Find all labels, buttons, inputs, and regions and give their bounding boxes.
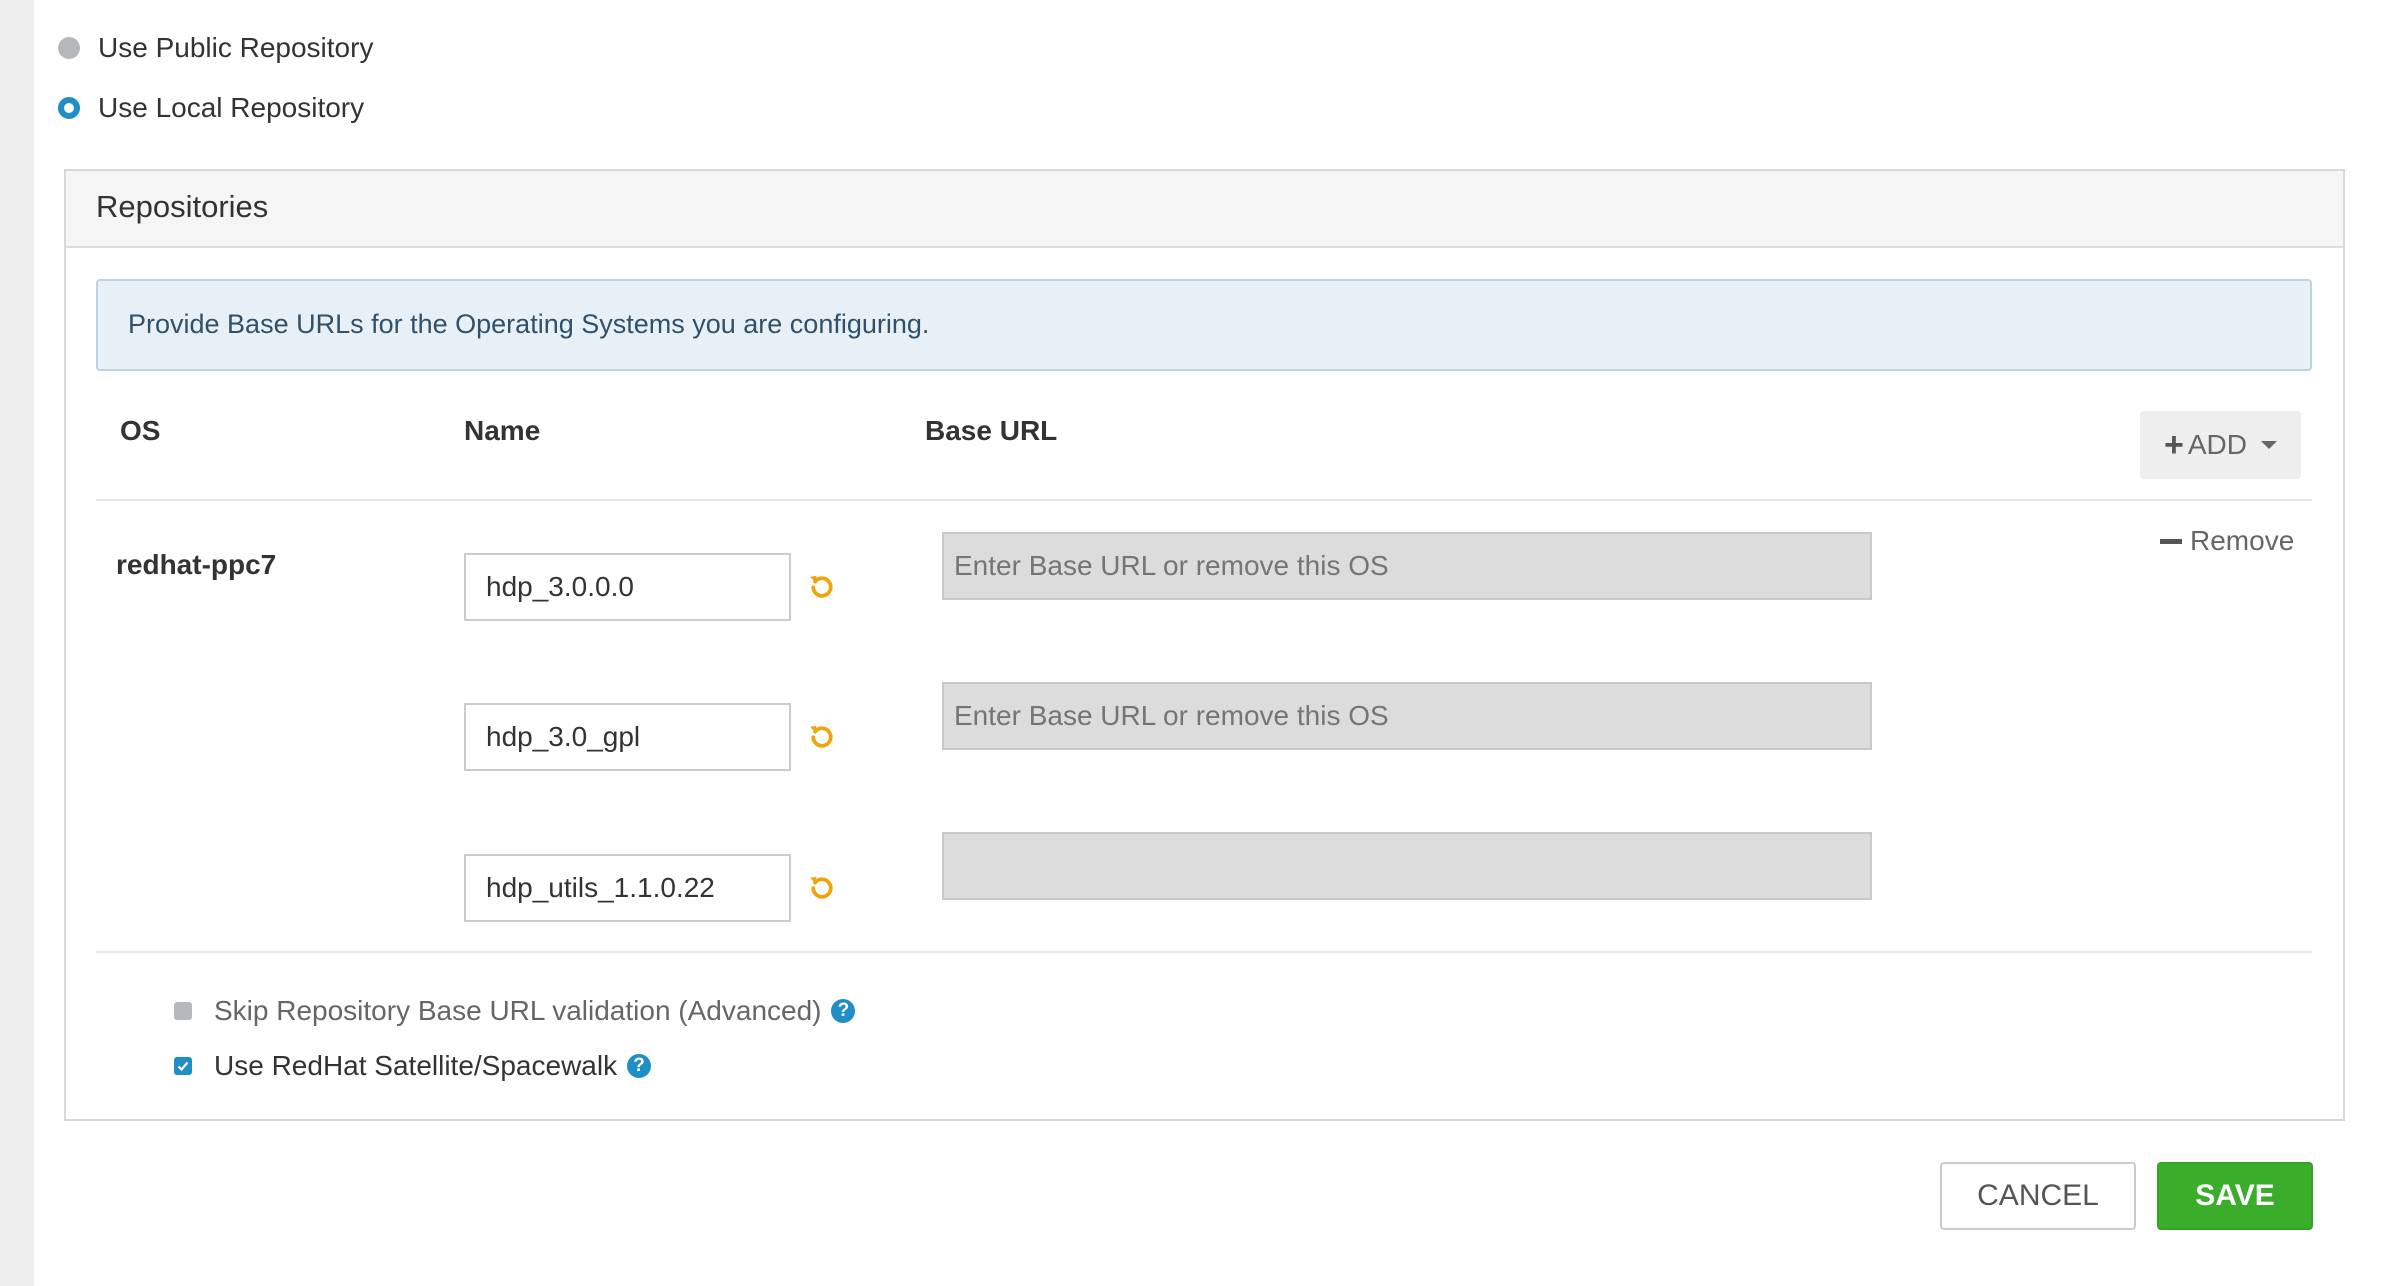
repo-name-field[interactable]: hdp_3.0.0.0 (464, 553, 791, 621)
radio-label: Use Local Repository (98, 92, 365, 123)
panel-title: Repositories (66, 171, 2343, 248)
add-label: ADD (2187, 429, 2247, 460)
check-icon (177, 1061, 189, 1072)
add-os-dropdown-button[interactable]: + ADD (2140, 411, 2301, 479)
skip-validation-checkbox-row[interactable]: Skip Repository Base URL validation (Adv… (174, 995, 856, 1027)
os-name: redhat-ppc7 (116, 549, 277, 580)
undo-icon[interactable] (807, 872, 837, 902)
repo-name-field[interactable]: hdp_utils_1.1.0.22 (464, 854, 791, 922)
repo-name-field[interactable]: hdp_3.0_gpl (464, 703, 791, 771)
radio-use-local-repository[interactable]: Use Local Repository (58, 92, 364, 124)
plus-icon: + (2164, 425, 2184, 464)
column-header-base-url: Base URL (925, 415, 1058, 446)
checkbox-label: Skip Repository Base URL validation (Adv… (214, 995, 822, 1026)
undo-icon[interactable] (807, 721, 837, 751)
radio-unselected-icon[interactable] (58, 37, 80, 59)
remove-label: Remove (2190, 525, 2295, 556)
question-circle-icon[interactable]: ? (831, 999, 856, 1023)
remove-os-button[interactable]: Remove (2160, 525, 2294, 557)
caret-down-icon (2260, 441, 2277, 449)
info-message: Provide Base URLs for the Operating Syst… (96, 279, 2312, 371)
question-circle-icon[interactable]: ? (627, 1054, 652, 1078)
checkbox-checked[interactable] (174, 1057, 192, 1075)
radio-use-public-repository[interactable]: Use Public Repository (58, 32, 373, 64)
use-satellite-checkbox-row[interactable]: Use RedHat Satellite/Spacewalk ? (174, 1050, 652, 1082)
repositories-panel: Repositories Provide Base URLs for the O… (64, 169, 2345, 1121)
checkbox-unchecked[interactable] (174, 1002, 192, 1020)
column-header-name: Name (464, 415, 541, 446)
minus-icon (2160, 538, 2182, 544)
undo-icon[interactable] (807, 571, 837, 601)
radio-label: Use Public Repository (98, 32, 374, 63)
column-header-os: OS (120, 415, 161, 446)
repository-settings-page: Use Public Repository Use Local Reposito… (34, 0, 2392, 1286)
checkbox-label: Use RedHat Satellite/Spacewalk (214, 1050, 618, 1081)
divider (96, 951, 2312, 953)
cancel-button[interactable]: CANCEL (1940, 1162, 2136, 1230)
radio-selected-icon[interactable] (58, 97, 80, 119)
base-url-input[interactable] (942, 682, 1872, 750)
base-url-input[interactable] (942, 532, 1872, 600)
save-button[interactable]: SAVE (2157, 1162, 2313, 1230)
base-url-input[interactable] (942, 832, 1872, 900)
divider (96, 499, 2312, 501)
